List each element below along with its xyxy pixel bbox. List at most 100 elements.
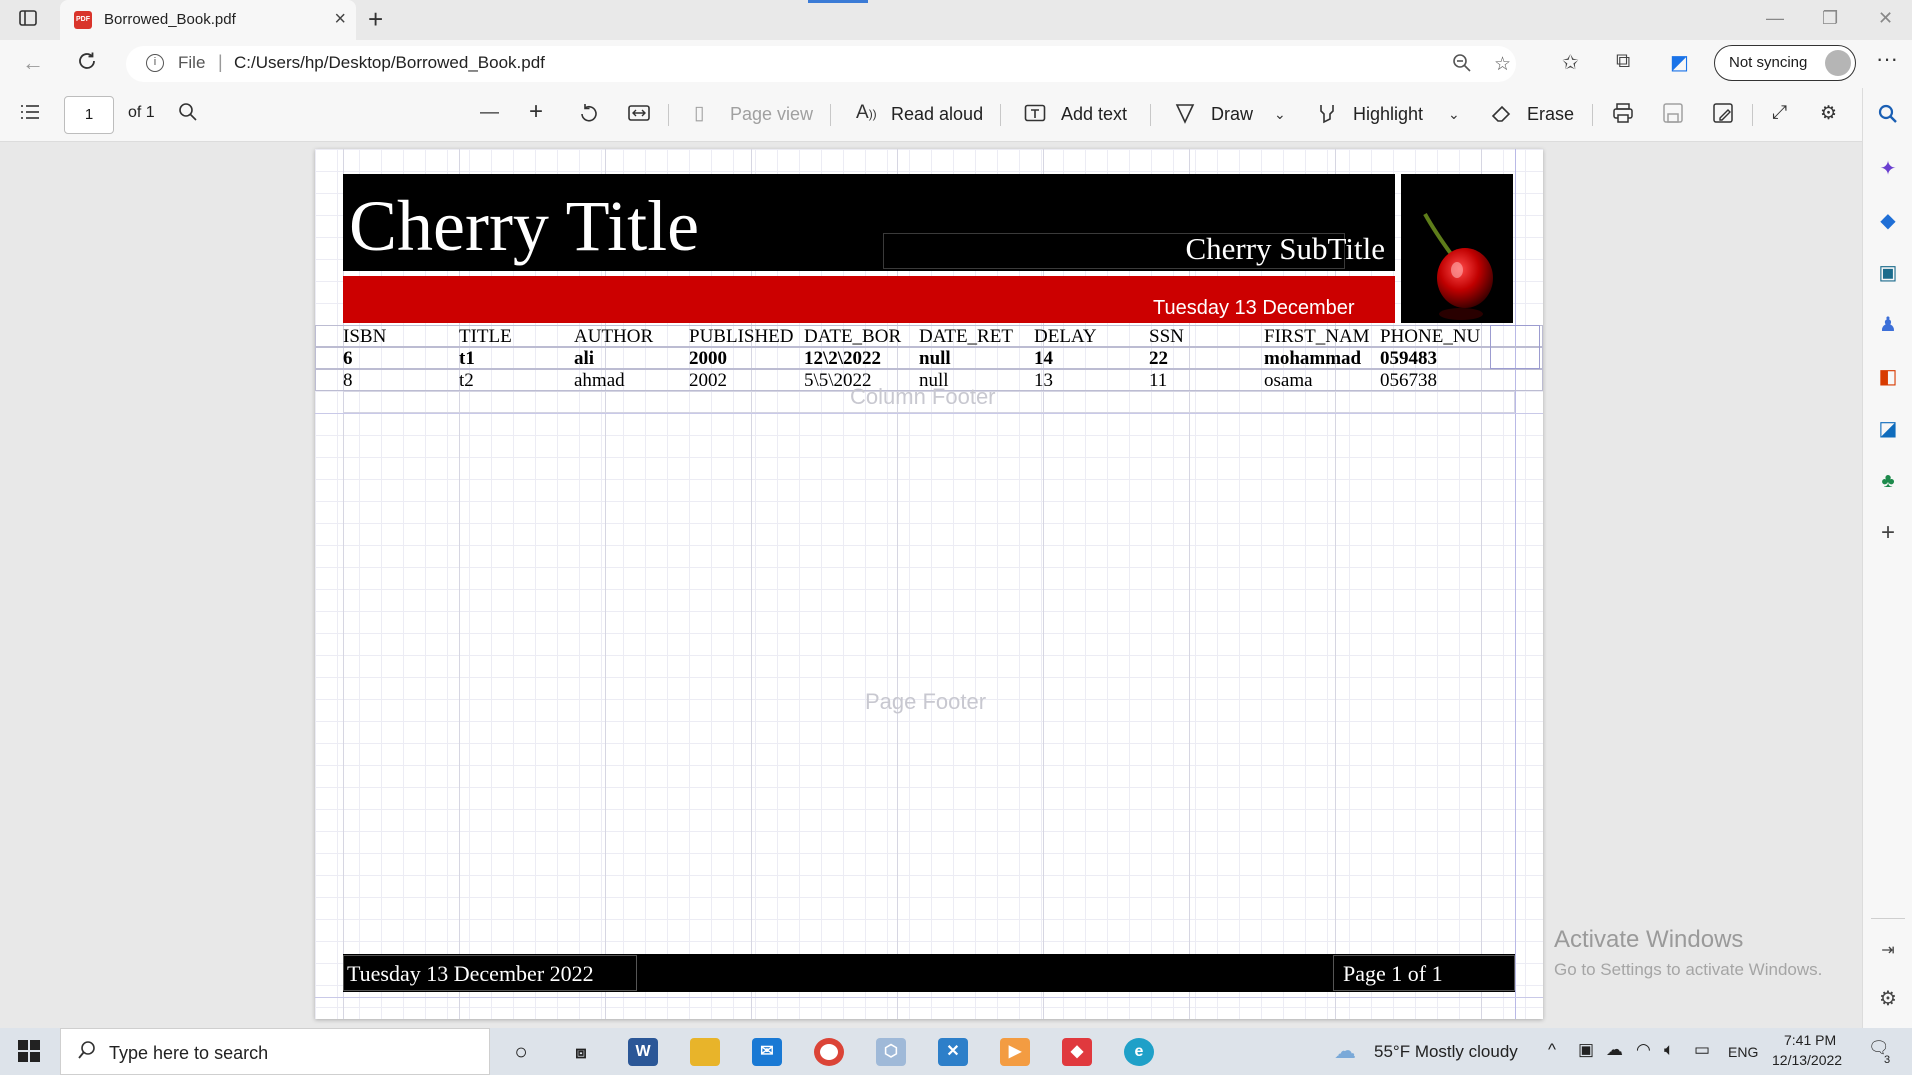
minimize-icon[interactable]: — — [1766, 8, 1784, 29]
search-icon[interactable] — [1877, 104, 1899, 126]
report-title: Cherry Title — [349, 186, 700, 266]
tools-app-icon[interactable]: ✕ — [938, 1038, 968, 1066]
settings-gear-icon[interactable]: ⚙ — [1820, 102, 1837, 125]
page-number-input[interactable]: 1 — [64, 96, 114, 134]
highlight-button[interactable]: Highlight — [1353, 104, 1423, 125]
clock-time[interactable]: 7:41 PM — [1784, 1032, 1836, 1048]
chrome-icon[interactable] — [814, 1038, 844, 1066]
app-hexagon-icon[interactable]: ⬡ — [876, 1038, 906, 1066]
band-line — [315, 997, 1543, 998]
sync-button[interactable]: Not syncing — [1714, 45, 1856, 81]
outlook-icon[interactable]: ◪ — [1877, 418, 1899, 440]
tools-briefcase-icon[interactable]: ▣ — [1877, 262, 1899, 284]
close-tab-icon[interactable]: × — [334, 8, 346, 31]
zoom-out-icon[interactable] — [1452, 53, 1472, 79]
col-header-ssn: SSN — [1149, 326, 1184, 347]
save-icon — [1662, 102, 1684, 130]
notification-count: 3 — [1884, 1054, 1891, 1066]
save-as-icon[interactable] — [1712, 102, 1734, 130]
table-cell: ali — [574, 348, 595, 369]
edge-icon[interactable]: e — [1124, 1038, 1154, 1066]
media-player-icon[interactable]: ▶ — [1000, 1038, 1030, 1066]
windows-start-icon[interactable] — [18, 1040, 40, 1062]
pdf-toolbar: 1 of 1 — + ▯ Page view A)) Read aloud Ad… — [0, 88, 1862, 142]
contents-icon[interactable] — [20, 102, 40, 128]
info-icon[interactable]: i — [146, 54, 164, 72]
more-menu-icon[interactable]: ··· — [1876, 46, 1898, 72]
mail-icon[interactable]: ✉ — [752, 1038, 782, 1066]
language-indicator[interactable]: ENG — [1728, 1044, 1758, 1060]
url-separator: | — [218, 52, 223, 72]
table-cell: null — [919, 348, 951, 369]
wifi-icon[interactable]: ◠ — [1636, 1040, 1651, 1060]
refresh-icon[interactable] — [76, 50, 98, 78]
sidebar-settings-icon[interactable]: ⚙ — [1877, 988, 1899, 1010]
weather-text[interactable]: 55°F Mostly cloudy — [1374, 1042, 1518, 1062]
header-date: Tuesday 13 December — [1153, 297, 1355, 319]
col-header-published: PUBLISHED — [689, 326, 794, 347]
erase-button[interactable]: Erase — [1527, 104, 1574, 125]
window-accent — [808, 0, 868, 3]
games-icon[interactable]: ♟ — [1877, 314, 1899, 336]
copilot-sparkle-icon[interactable]: ✦ — [1877, 158, 1899, 180]
zoom-out-button[interactable]: — — [480, 102, 499, 124]
col-header-delay: DELAY — [1034, 326, 1097, 347]
new-tab-icon[interactable]: + — [368, 4, 383, 35]
fullscreen-icon[interactable]: ⤢ — [1772, 102, 1787, 124]
fit-width-icon[interactable] — [628, 102, 650, 130]
address-bar[interactable]: i File | C:/Users/hp/Desktop/Borrowed_Bo… — [126, 46, 1516, 82]
pdf-viewport[interactable]: Cherry Title Cherry SubTitle Tuesday 13 … — [0, 142, 1862, 1028]
print-icon[interactable] — [1612, 102, 1634, 130]
table-cell: 2002 — [689, 370, 727, 391]
col-header-isbn: ISBN — [343, 326, 387, 347]
shopping-tag-icon[interactable]: ◆ — [1877, 210, 1899, 232]
table-cell: 12\2\2022 — [804, 348, 882, 369]
guide-line — [1515, 149, 1516, 1019]
office-icon[interactable]: ◧ — [1877, 366, 1899, 388]
add-text-button[interactable]: Add text — [1061, 104, 1127, 125]
file-explorer-icon[interactable] — [690, 1038, 720, 1066]
rotate-icon[interactable] — [578, 102, 600, 130]
col-header-first-name: FIRST_NAM — [1264, 326, 1370, 347]
find-icon[interactable] — [178, 102, 198, 128]
tab-title: Borrowed_Book.pdf — [104, 11, 236, 28]
toolbar-divider — [1592, 104, 1593, 126]
table-cell: 059483 — [1380, 348, 1437, 369]
active-tab[interactable]: PDF Borrowed_Book.pdf × — [60, 0, 356, 40]
page-view-button[interactable]: Page view — [730, 104, 813, 125]
weather-cloud-icon[interactable]: ☁ — [1334, 1038, 1356, 1064]
table-cell: mohammad — [1264, 348, 1362, 369]
add-sidebar-app-icon[interactable]: + — [1877, 521, 1899, 545]
word-icon[interactable]: W — [628, 1038, 658, 1066]
drop-tree-icon[interactable]: ♣ — [1877, 470, 1899, 492]
hide-sidebar-icon[interactable]: ⇥ — [1877, 940, 1899, 962]
favorites-icon[interactable]: ✩ — [1562, 50, 1579, 75]
highlight-options-chevron-icon[interactable]: ⌄ — [1448, 106, 1460, 123]
zoom-in-button[interactable]: + — [529, 98, 543, 126]
col-header-date-bor: DATE_BOR — [804, 326, 902, 347]
battery-icon[interactable]: ▭ — [1694, 1040, 1710, 1060]
collections-icon[interactable]: ⧉ — [1616, 50, 1630, 73]
page-view-icon: ▯ — [694, 103, 705, 124]
anydesk-icon[interactable]: ◆ — [1062, 1038, 1092, 1066]
edge-extension-icon[interactable]: ◩ — [1670, 50, 1689, 75]
tab-actions-icon[interactable] — [18, 8, 42, 32]
col-header-title: TITLE — [459, 326, 512, 347]
clock-date[interactable]: 12/13/2022 — [1772, 1052, 1842, 1068]
add-favorite-icon[interactable]: ☆ — [1494, 53, 1511, 76]
draw-options-chevron-icon[interactable]: ⌄ — [1274, 106, 1286, 123]
url-text[interactable]: C:/Users/hp/Desktop/Borrowed_Book.pdf — [234, 53, 545, 73]
taskbar: Type here to search ○ ⧈ W ✉ ⬡ ✕ ▶ ◆ e ☁ … — [0, 1028, 1912, 1075]
window-close-icon[interactable]: ✕ — [1878, 8, 1893, 29]
restore-icon[interactable]: ❐ — [1822, 8, 1838, 29]
back-icon[interactable]: ← — [22, 50, 44, 76]
read-aloud-button[interactable]: Read aloud — [891, 104, 983, 125]
task-view-icon[interactable]: ⧈ — [566, 1038, 596, 1066]
meet-icon[interactable]: ▣ — [1578, 1040, 1594, 1060]
onedrive-icon[interactable]: ☁ — [1606, 1040, 1623, 1060]
taskbar-search[interactable]: Type here to search — [60, 1028, 490, 1075]
volume-icon[interactable]: 🔈︎ — [1664, 1040, 1674, 1060]
cortana-icon[interactable]: ○ — [506, 1038, 536, 1066]
tray-chevron-icon[interactable]: ^ — [1548, 1040, 1556, 1060]
draw-button[interactable]: Draw — [1211, 104, 1253, 125]
